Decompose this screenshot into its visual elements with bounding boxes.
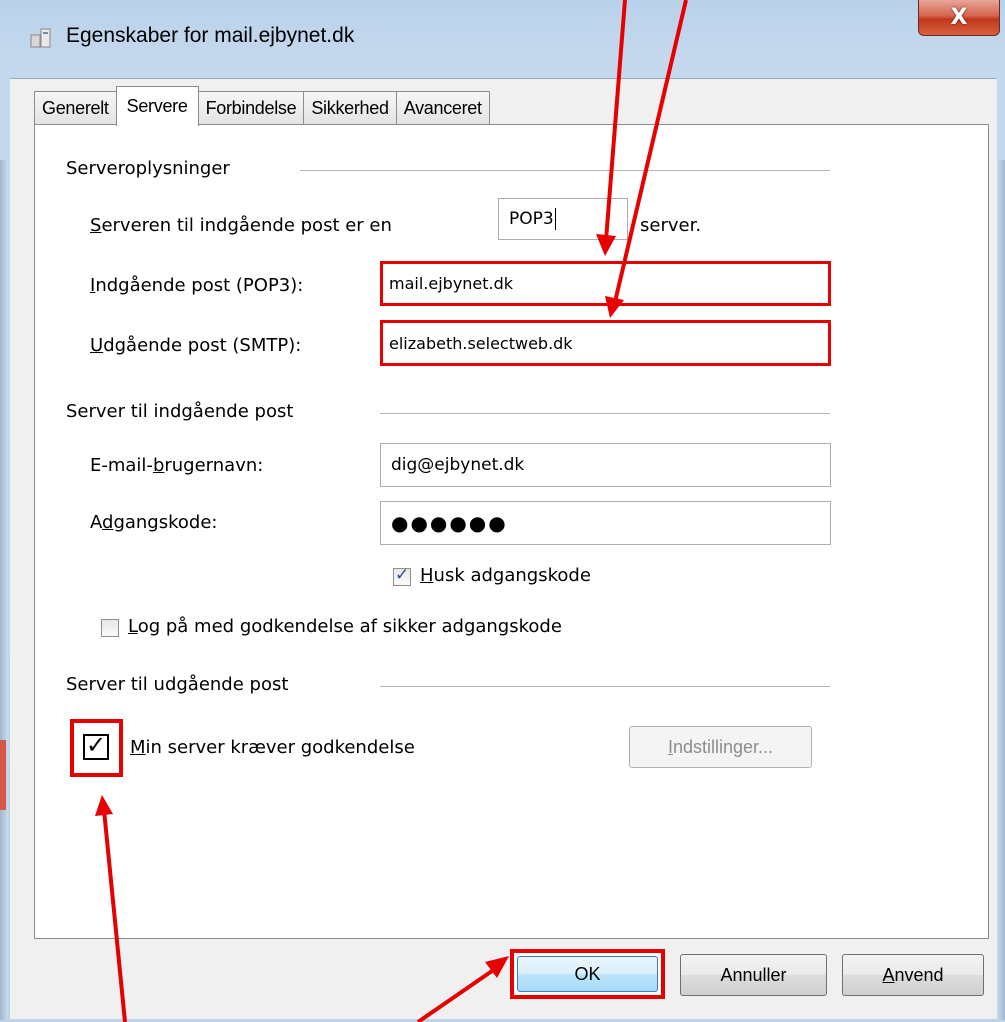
group-server-info-label: Serveroplysninger: [66, 158, 230, 179]
incoming-server-value: mail.ejbynet.dk: [389, 274, 514, 293]
incoming-type-value: POP3: [509, 209, 554, 229]
tab-sikkerhed[interactable]: Sikkerhed: [303, 91, 397, 125]
tab-generelt[interactable]: Generelt: [34, 91, 117, 125]
tab-forbindelse[interactable]: Forbindelse: [197, 91, 305, 125]
password-label: Adgangskode:: [90, 512, 218, 533]
tab-avanceret[interactable]: Avanceret: [395, 91, 490, 125]
spa-checkbox[interactable]: [101, 619, 119, 637]
username-value: dig@ejbynet.dk: [391, 455, 525, 475]
incoming-server-input[interactable]: mail.ejbynet.dk: [380, 261, 831, 306]
group-divider: [380, 413, 830, 414]
dialog-window: Egenskaber for mail.ejbynet.dk X Generel…: [0, 0, 1005, 1022]
window-title: Egenskaber for mail.ejbynet.dk: [66, 24, 355, 47]
incoming-type-field[interactable]: POP3: [498, 198, 628, 240]
group-divider: [300, 170, 830, 171]
ok-button-face: OK: [517, 956, 658, 992]
account-properties-icon: [30, 28, 51, 48]
close-icon: X: [950, 5, 968, 30]
outgoing-server-value: elizabeth.selectweb.dk: [389, 333, 573, 353]
group-divider: [380, 686, 830, 687]
ok-button[interactable]: OK: [510, 949, 665, 999]
group-outgoing-server-label: Server til udgående post: [66, 674, 289, 695]
remember-password-checkbox[interactable]: [393, 565, 411, 586]
tab-strip: Generelt Servere Forbindelse Sikkerhed A…: [34, 86, 490, 126]
username-label: E-mail-brugernavn:: [90, 455, 264, 476]
ok-button-label: OK: [574, 963, 601, 984]
remember-password-label: Husk adgangskode: [420, 565, 591, 586]
title-bar[interactable]: Egenskaber for mail.ejbynet.dk X: [0, 0, 1005, 78]
username-input[interactable]: dig@ejbynet.dk: [380, 443, 831, 487]
outgoing-server-label: Udgående post (SMTP):: [90, 335, 302, 356]
incoming-type-label: Serveren til indgående post er en: [90, 215, 392, 236]
settings-button[interactable]: Indstillinger...: [629, 726, 812, 768]
password-value: ●●●●●●: [391, 511, 508, 535]
spa-label: Log på med godkendelse af sikker adgangs…: [128, 616, 562, 637]
tab-servere[interactable]: Servere: [115, 86, 199, 126]
dialog-client-area: Generelt Servere Forbindelse Sikkerhed A…: [10, 78, 997, 1019]
auth-required-checkbox[interactable]: [83, 731, 109, 760]
cancel-button[interactable]: Annuller: [680, 954, 827, 996]
outgoing-server-input[interactable]: elizabeth.selectweb.dk: [380, 320, 831, 366]
close-button[interactable]: X: [918, 0, 1000, 36]
servers-tab-panel: Serveroplysninger Serveren til indgående…: [34, 124, 989, 939]
incoming-type-suffix: server.: [640, 215, 702, 236]
incoming-server-label: Indgående post (POP3):: [90, 275, 304, 296]
apply-button[interactable]: Anvend: [842, 954, 984, 996]
group-incoming-server-label: Server til indgående post: [66, 401, 294, 422]
password-input[interactable]: ●●●●●●: [380, 501, 831, 545]
background-strip-left: [0, 740, 6, 810]
auth-required-label: Min server kræver godkendelse: [130, 737, 415, 758]
background-strip-right: [999, 740, 1005, 810]
